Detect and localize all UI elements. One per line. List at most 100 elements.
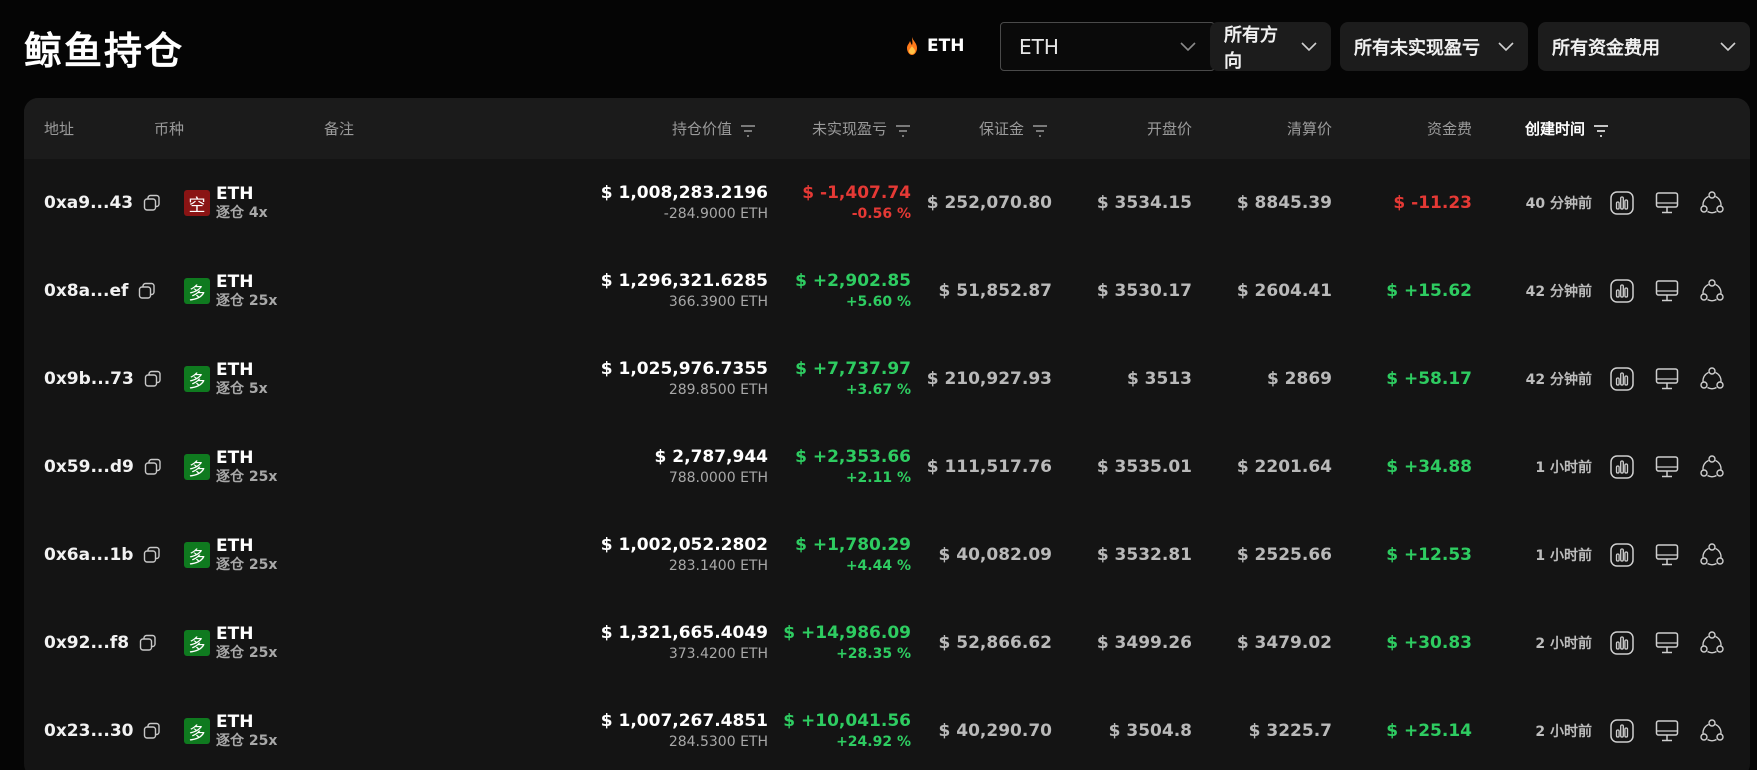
liq-price-cell: $ 2869 bbox=[1194, 335, 1332, 423]
liq-price-value: $ 3225.7 bbox=[1248, 721, 1332, 741]
position-size: 373.4200 ETH bbox=[668, 646, 768, 663]
monitor-action[interactable] bbox=[1654, 159, 1680, 247]
side-badge: 多 bbox=[184, 366, 210, 392]
chart-action[interactable] bbox=[1609, 423, 1635, 511]
side-badge: 多 bbox=[184, 718, 210, 744]
share-icon[interactable] bbox=[1699, 190, 1725, 216]
share-action[interactable] bbox=[1699, 247, 1725, 335]
table-row[interactable]: 0x23...30 多 ETH 逐仓 25x $ 1,007,267.4851 … bbox=[24, 687, 1750, 770]
monitor-action[interactable] bbox=[1654, 599, 1680, 687]
monitor-icon[interactable] bbox=[1654, 190, 1680, 216]
chart-action[interactable] bbox=[1609, 159, 1635, 247]
funding-cell: $ -11.23 bbox=[1334, 159, 1472, 247]
address-text: 0x23...30 bbox=[44, 721, 134, 741]
positions-table: 地址 币种 备注 持仓价值 未实现盈亏 保证金 开盘价 清算价 资金费 创建时间 bbox=[24, 98, 1750, 770]
leverage-label: 逐仓 25x bbox=[216, 644, 278, 661]
share-icon[interactable] bbox=[1699, 366, 1725, 392]
address-cell[interactable]: 0x23...30 bbox=[44, 687, 161, 770]
hot-coin-tag[interactable]: ETH bbox=[905, 34, 964, 58]
share-action[interactable] bbox=[1699, 335, 1725, 423]
address-cell[interactable]: 0x59...d9 bbox=[44, 423, 162, 511]
table-row[interactable]: 0xa9...43 空 ETH 逐仓 4x $ 1,008,283.2196 -… bbox=[24, 159, 1750, 247]
address-cell[interactable]: 0x8a...ef bbox=[44, 247, 156, 335]
chart-icon[interactable] bbox=[1609, 366, 1635, 392]
created-time-cell: 1 小时前 bbox=[1474, 423, 1592, 511]
copy-icon[interactable] bbox=[144, 458, 162, 476]
address-cell[interactable]: 0x92...f8 bbox=[44, 599, 157, 687]
copy-icon[interactable] bbox=[143, 194, 161, 212]
monitor-action[interactable] bbox=[1654, 423, 1680, 511]
share-action[interactable] bbox=[1699, 687, 1725, 770]
liq-price-cell: $ 2201.64 bbox=[1194, 423, 1332, 511]
liq-price-cell: $ 3225.7 bbox=[1194, 687, 1332, 770]
pnl-percent: +3.67 % bbox=[845, 382, 911, 399]
copy-icon[interactable] bbox=[138, 282, 156, 300]
monitor-icon[interactable] bbox=[1654, 454, 1680, 480]
copy-icon[interactable] bbox=[143, 546, 161, 564]
open-price-value: $ 3513 bbox=[1126, 369, 1192, 389]
table-row[interactable]: 0x8a...ef 多 ETH 逐仓 25x $ 1,296,321.6285 … bbox=[24, 247, 1750, 335]
chart-icon[interactable] bbox=[1609, 454, 1635, 480]
copy-icon[interactable] bbox=[144, 370, 162, 388]
copy-icon[interactable] bbox=[143, 722, 161, 740]
chart-action[interactable] bbox=[1609, 511, 1635, 599]
funding-value: $ -11.23 bbox=[1393, 193, 1472, 213]
share-action[interactable] bbox=[1699, 423, 1725, 511]
table-row[interactable]: 0x9b...73 多 ETH 逐仓 5x $ 1,025,976.7355 2… bbox=[24, 335, 1750, 423]
chart-action[interactable] bbox=[1609, 687, 1635, 770]
leverage-label: 逐仓 25x bbox=[216, 732, 278, 749]
chart-icon[interactable] bbox=[1609, 542, 1635, 568]
funding-cell: $ +15.62 bbox=[1334, 247, 1472, 335]
position-value-cell: $ 1,007,267.4851 284.5300 ETH bbox=[584, 687, 768, 770]
chart-icon[interactable] bbox=[1609, 278, 1635, 304]
chart-action[interactable] bbox=[1609, 599, 1635, 687]
share-action[interactable] bbox=[1699, 511, 1725, 599]
address-cell[interactable]: 0x9b...73 bbox=[44, 335, 162, 423]
margin-value: $ 52,866.62 bbox=[938, 633, 1052, 653]
created-time-cell: 2 小时前 bbox=[1474, 687, 1592, 770]
filter-icon bbox=[895, 123, 911, 137]
monitor-action[interactable] bbox=[1654, 247, 1680, 335]
col-created-time[interactable]: 创建时间 bbox=[1479, 98, 1609, 159]
monitor-icon[interactable] bbox=[1654, 542, 1680, 568]
position-value-cell: $ 2,787,944 788.0000 ETH bbox=[584, 423, 768, 511]
share-icon[interactable] bbox=[1699, 630, 1725, 656]
col-address: 地址 bbox=[44, 120, 75, 138]
share-action[interactable] bbox=[1699, 599, 1725, 687]
col-liq-price: 清算价 bbox=[1286, 120, 1332, 138]
monitor-action[interactable] bbox=[1654, 687, 1680, 770]
table-row[interactable]: 0x6a...1b 多 ETH 逐仓 25x $ 1,002,052.2802 … bbox=[24, 511, 1750, 599]
direction-filter-label: 所有方向 bbox=[1224, 24, 1278, 72]
copy-icon[interactable] bbox=[139, 634, 157, 652]
share-action[interactable] bbox=[1699, 159, 1725, 247]
share-icon[interactable] bbox=[1699, 454, 1725, 480]
address-cell[interactable]: 0xa9...43 bbox=[44, 159, 161, 247]
monitor-icon[interactable] bbox=[1654, 278, 1680, 304]
monitor-icon[interactable] bbox=[1654, 630, 1680, 656]
monitor-icon[interactable] bbox=[1654, 366, 1680, 392]
chart-action[interactable] bbox=[1609, 335, 1635, 423]
col-unrealized-pnl[interactable]: 未实现盈亏 bbox=[764, 98, 911, 159]
funding-filter[interactable]: 所有资金费用 bbox=[1538, 22, 1750, 71]
share-icon[interactable] bbox=[1699, 718, 1725, 744]
monitor-action[interactable] bbox=[1654, 511, 1680, 599]
chart-icon[interactable] bbox=[1609, 190, 1635, 216]
coin-select[interactable]: ETH bbox=[1000, 22, 1215, 71]
chart-action[interactable] bbox=[1609, 247, 1635, 335]
col-position-value[interactable]: 持仓价值 bbox=[584, 98, 756, 159]
table-row[interactable]: 0x92...f8 多 ETH 逐仓 25x $ 1,321,665.4049 … bbox=[24, 599, 1750, 687]
col-margin[interactable]: 保证金 bbox=[924, 98, 1048, 159]
pnl-percent: +24.92 % bbox=[836, 734, 911, 751]
pnl-filter[interactable]: 所有未实现盈亏 bbox=[1340, 22, 1528, 71]
share-icon[interactable] bbox=[1699, 542, 1725, 568]
monitor-action[interactable] bbox=[1654, 335, 1680, 423]
chart-icon[interactable] bbox=[1609, 718, 1635, 744]
share-icon[interactable] bbox=[1699, 278, 1725, 304]
margin-value: $ 40,290.70 bbox=[938, 721, 1052, 741]
chart-icon[interactable] bbox=[1609, 630, 1635, 656]
address-cell[interactable]: 0x6a...1b bbox=[44, 511, 161, 599]
direction-filter[interactable]: 所有方向 bbox=[1210, 22, 1331, 72]
table-row[interactable]: 0x59...d9 多 ETH 逐仓 25x $ 2,787,944 788.0… bbox=[24, 423, 1750, 511]
monitor-icon[interactable] bbox=[1654, 718, 1680, 744]
open-price-value: $ 3534.15 bbox=[1096, 193, 1192, 213]
